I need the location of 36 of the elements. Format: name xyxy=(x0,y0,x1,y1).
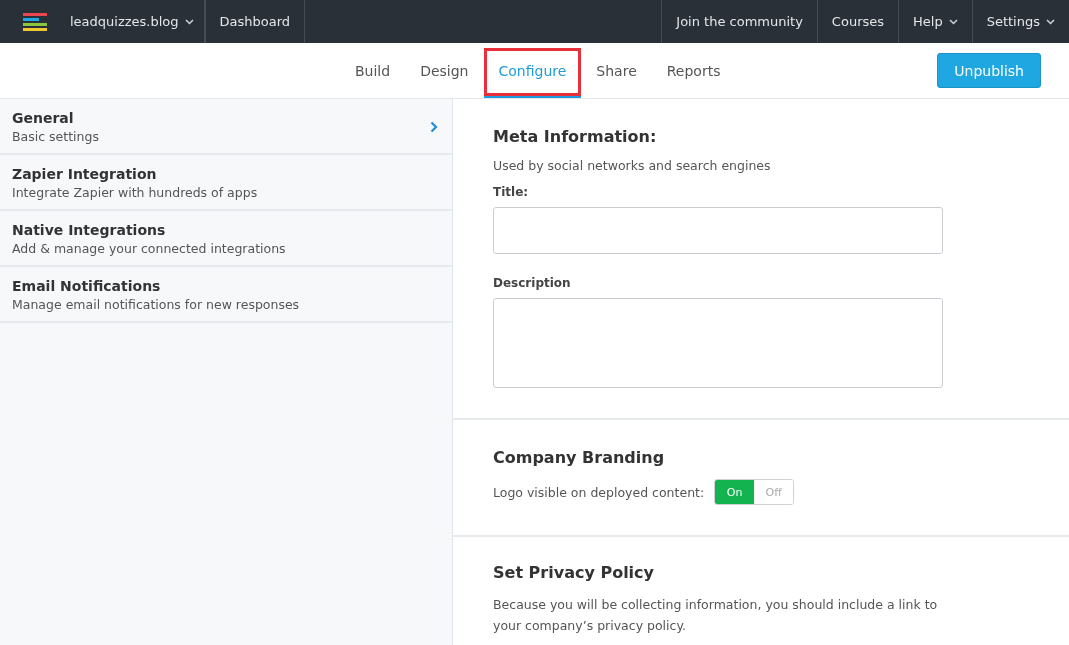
nav-link[interactable]: Join the community xyxy=(661,0,817,43)
toggle-label: Logo visible on deployed content: xyxy=(493,484,705,500)
description-field[interactable] xyxy=(493,298,943,388)
item-title: General xyxy=(12,110,75,126)
item-subtitle: Integrate Zapier with hundreds of apps xyxy=(12,185,259,200)
nav-dropdown[interactable]: Settings xyxy=(971,0,1069,43)
tab[interactable]: Build xyxy=(340,46,406,98)
chevron-down-icon xyxy=(184,18,194,25)
section-heading: Set Privacy Policy xyxy=(493,563,655,582)
sidebar-item[interactable]: Email Notifications Manage email notifications for new responses xyxy=(0,267,452,323)
section-heading: Company Branding xyxy=(493,448,666,467)
item-title: Zapier Integration xyxy=(12,166,158,182)
site-dropdown[interactable]: leadquizzes.blog xyxy=(70,0,205,43)
privacy-text: Because you will be collecting information, you should include a link to your company’s privacy policy. xyxy=(493,596,939,635)
nav-link[interactable]: Dashboard xyxy=(204,0,306,43)
section-heading: Meta Information: xyxy=(493,127,658,146)
title-field[interactable] xyxy=(493,207,943,254)
item-title: Native Integrations xyxy=(12,222,167,238)
tab[interactable]: Reports xyxy=(651,46,736,98)
tab[interactable]: Share xyxy=(581,46,652,98)
section-note: Used by social networks and search engines xyxy=(493,158,772,173)
chevron-down-icon xyxy=(1046,18,1055,25)
chevron-down-icon xyxy=(948,18,958,25)
tab[interactable]: Design xyxy=(405,46,484,98)
nav-dropdown[interactable]: Help xyxy=(898,0,972,43)
item-subtitle: Basic settings xyxy=(12,129,100,144)
field-label: Description xyxy=(493,276,572,290)
logo-icon[interactable] xyxy=(23,11,47,32)
item-subtitle: Add & manage your connected integrations xyxy=(12,241,287,256)
item-title: Email Notifications xyxy=(12,278,162,294)
sidebar-item[interactable]: Native Integrations Add & manage your connected integrations xyxy=(0,211,452,267)
sidebar-item[interactable]: General Basic settings xyxy=(0,99,452,155)
sidebar-item[interactable]: Zapier Integration Integrate Zapier with hundreds of apps xyxy=(0,155,452,211)
nav-link[interactable]: Courses xyxy=(816,0,899,43)
item-subtitle: Manage email notifications for new responses xyxy=(12,297,301,312)
field-label: Title: xyxy=(493,185,530,199)
